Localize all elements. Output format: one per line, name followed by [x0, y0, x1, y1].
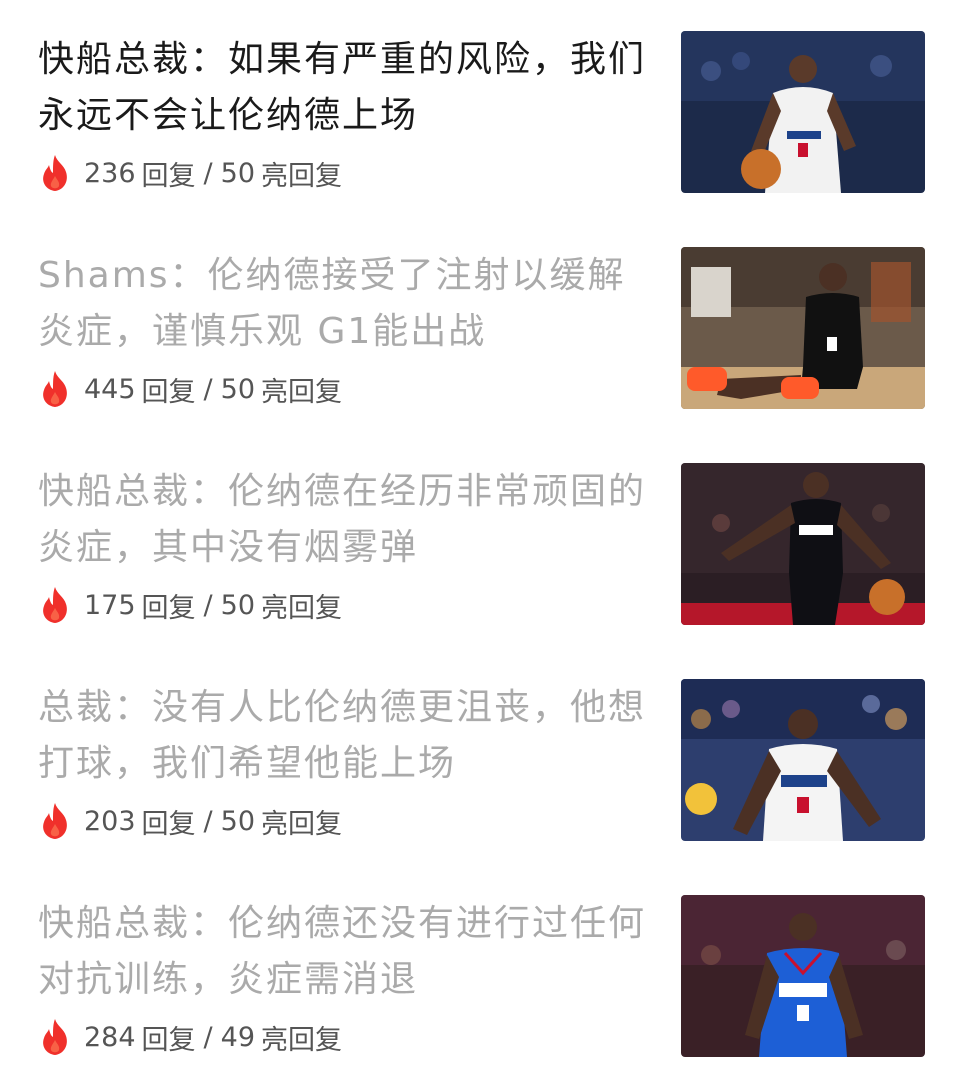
highlight-count: 50: [220, 157, 256, 189]
news-title[interactable]: 快船总裁：伦纳德还没有进行过任何对抗训练，炎症需消退: [38, 896, 658, 1008]
reply-count: 175: [84, 589, 136, 621]
news-meta: 236 回复 / 50 亮回复: [38, 150, 342, 196]
news-title[interactable]: 快船总裁：如果有严重的风险，我们永远不会让伦纳德上场: [38, 32, 658, 144]
news-meta: 445 回复 / 50 亮回复: [38, 366, 342, 412]
news-item[interactable]: 快船总裁：如果有严重的风险，我们永远不会让伦纳德上场 236 回复 / 50 亮…: [0, 0, 960, 216]
fire-icon: [43, 587, 67, 623]
meta-separator: /: [203, 1021, 213, 1053]
meta-separator: /: [203, 157, 213, 189]
highlight-label: 亮回复: [261, 376, 343, 408]
news-title[interactable]: 快船总裁：伦纳德在经历非常顽固的炎症，其中没有烟雾弹: [38, 464, 658, 576]
fire-icon: [43, 371, 67, 407]
highlight-label: 亮回复: [261, 808, 343, 840]
reply-label: 回复: [141, 592, 196, 624]
news-meta: 175 回复 / 50 亮回复: [38, 582, 342, 628]
reply-label: 回复: [141, 376, 196, 408]
highlight-count: 50: [220, 589, 256, 621]
news-title[interactable]: Shams：伦纳德接受了注射以缓解炎症，谨慎乐观 G1能出战: [38, 248, 658, 360]
player-photo-icon: [681, 247, 925, 409]
news-thumbnail[interactable]: [681, 247, 925, 409]
news-item[interactable]: 快船总裁：伦纳德还没有进行过任何对抗训练，炎症需消退 284 回复 / 49 亮…: [0, 864, 960, 1080]
meta-separator: /: [203, 805, 213, 837]
player-photo-icon: [681, 679, 925, 841]
news-item[interactable]: Shams：伦纳德接受了注射以缓解炎症，谨慎乐观 G1能出战 445 回复 / …: [0, 216, 960, 432]
fire-icon: [43, 803, 67, 839]
player-photo-icon: [681, 463, 925, 625]
reply-label: 回复: [141, 1024, 196, 1056]
news-thumbnail[interactable]: [681, 895, 925, 1057]
reply-count: 284: [84, 1021, 136, 1053]
player-photo-icon: [681, 895, 925, 1057]
news-item[interactable]: 快船总裁：伦纳德在经历非常顽固的炎症，其中没有烟雾弹 175 回复 / 50 亮…: [0, 432, 960, 648]
highlight-label: 亮回复: [261, 1024, 343, 1056]
reply-count: 236: [84, 157, 136, 189]
highlight-count: 49: [220, 1021, 256, 1053]
news-meta: 284 回复 / 49 亮回复: [38, 1014, 342, 1060]
highlight-count: 50: [220, 805, 256, 837]
meta-separator: /: [203, 373, 213, 405]
meta-separator: /: [203, 589, 213, 621]
player-photo-icon: [681, 31, 925, 193]
news-title[interactable]: 总裁：没有人比伦纳德更沮丧，他想打球，我们希望他能上场: [38, 680, 658, 792]
reply-count: 203: [84, 805, 136, 837]
highlight-label: 亮回复: [261, 160, 343, 192]
reply-count: 445: [84, 373, 136, 405]
reply-label: 回复: [141, 160, 196, 192]
news-item[interactable]: 总裁：没有人比伦纳德更沮丧，他想打球，我们希望他能上场 203 回复 / 50 …: [0, 648, 960, 864]
highlight-label: 亮回复: [261, 592, 343, 624]
news-thumbnail[interactable]: [681, 31, 925, 193]
fire-icon: [43, 155, 67, 191]
fire-icon: [43, 1019, 67, 1055]
news-thumbnail[interactable]: [681, 463, 925, 625]
reply-label: 回复: [141, 808, 196, 840]
news-meta: 203 回复 / 50 亮回复: [38, 798, 342, 844]
news-thumbnail[interactable]: [681, 679, 925, 841]
highlight-count: 50: [220, 373, 256, 405]
